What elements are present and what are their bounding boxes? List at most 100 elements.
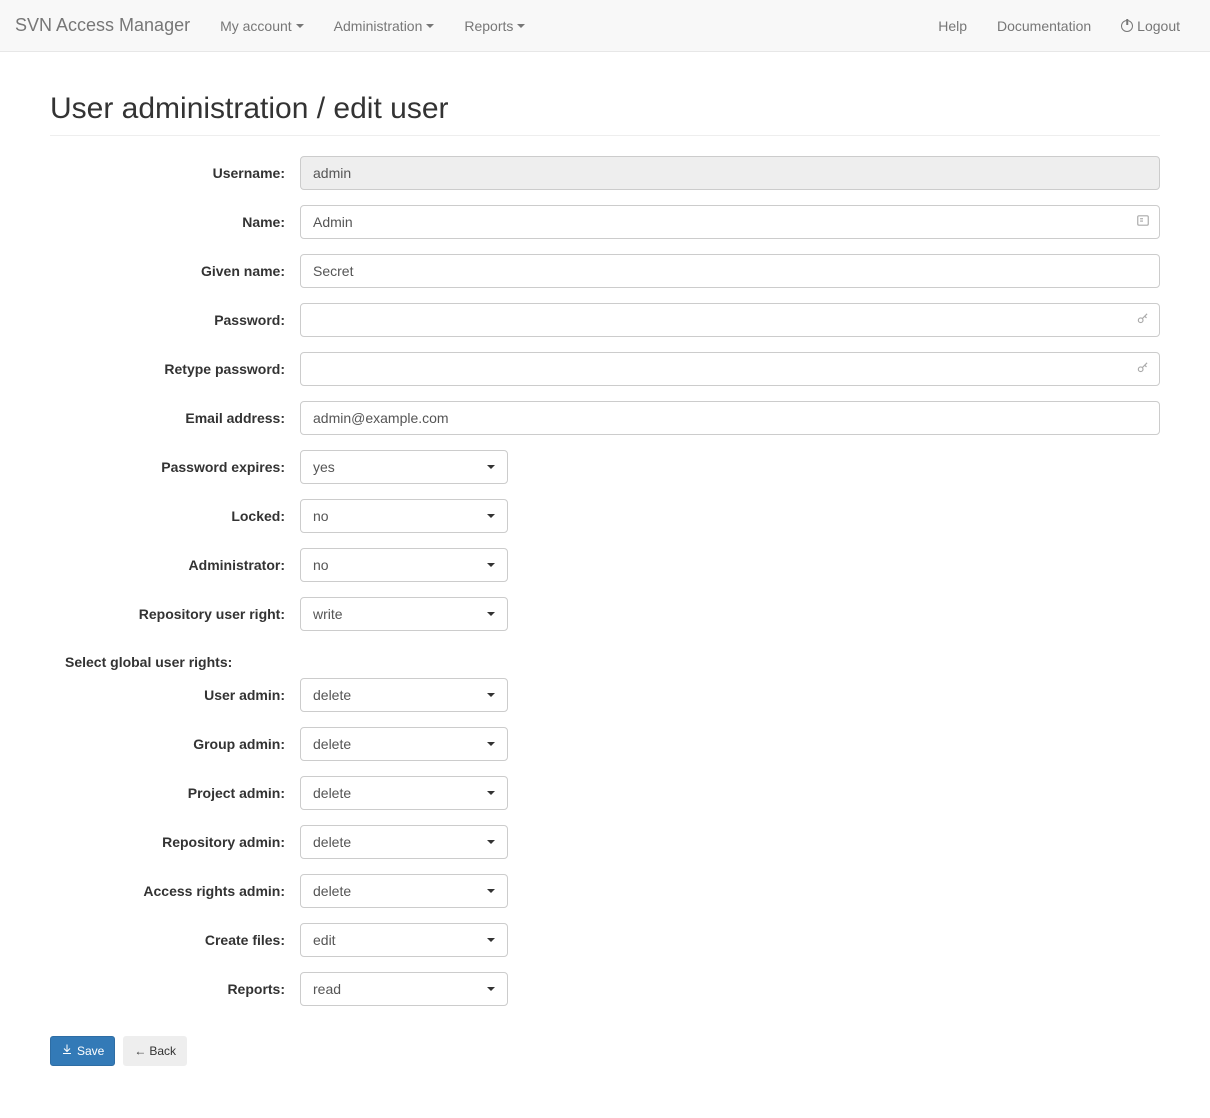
caret-icon — [487, 987, 495, 991]
label-repo-user-right: Repository user right: — [50, 606, 300, 622]
nav-administration[interactable]: Administration — [319, 3, 450, 49]
navbar-left: SVN Access Manager My account Administra… — [15, 0, 540, 51]
caret-icon — [487, 889, 495, 893]
button-row: Save ← Back — [50, 1036, 1160, 1066]
row-group-admin: Group admin: delete — [50, 727, 1160, 761]
main-container: User administration / edit user Username… — [35, 92, 1175, 1066]
row-locked: Locked: no — [50, 499, 1160, 533]
row-administrator: Administrator: no — [50, 548, 1160, 582]
edit-user-form: Username: Name: Given name: Password: — [50, 156, 1160, 1066]
label-given-name: Given name: — [50, 263, 300, 279]
caret-icon — [487, 612, 495, 616]
select-value: delete — [313, 736, 351, 752]
caret-icon — [296, 24, 304, 28]
save-label: Save — [77, 1042, 104, 1060]
row-repository-admin: Repository admin: delete — [50, 825, 1160, 859]
row-username: Username: — [50, 156, 1160, 190]
retype-password-input[interactable] — [300, 352, 1160, 386]
save-icon — [61, 1042, 73, 1060]
nav-label: Reports — [464, 18, 513, 34]
nav-label: Administration — [334, 18, 423, 34]
password-expires-select[interactable]: yes — [300, 450, 508, 484]
row-access-rights-admin: Access rights admin: delete — [50, 874, 1160, 908]
page-title: User administration / edit user — [50, 92, 1160, 126]
label-password-expires: Password expires: — [50, 459, 300, 475]
repository-admin-select[interactable]: delete — [300, 825, 508, 859]
navbar-right: Help Documentation Logout — [923, 3, 1195, 49]
caret-icon — [487, 514, 495, 518]
row-create-files: Create files: edit — [50, 923, 1160, 957]
email-input[interactable] — [300, 401, 1160, 435]
label-locked: Locked: — [50, 508, 300, 524]
nav-label: My account — [220, 18, 292, 34]
reports-select[interactable]: read — [300, 972, 508, 1006]
row-repo-user-right: Repository user right: write — [50, 597, 1160, 631]
row-reports: Reports: read — [50, 972, 1160, 1006]
nav-my-account[interactable]: My account — [205, 3, 319, 49]
select-value: read — [313, 981, 341, 997]
select-value: no — [313, 508, 329, 524]
nav-reports[interactable]: Reports — [449, 3, 540, 49]
back-label: Back — [149, 1042, 176, 1060]
label-repository-admin: Repository admin: — [50, 834, 300, 850]
nav-label: Logout — [1137, 18, 1180, 34]
select-value: write — [313, 606, 343, 622]
row-password-expires: Password expires: yes — [50, 450, 1160, 484]
nav-documentation[interactable]: Documentation — [982, 3, 1106, 49]
name-input[interactable] — [300, 205, 1160, 239]
select-value: delete — [313, 883, 351, 899]
caret-icon — [487, 938, 495, 942]
label-reports: Reports: — [50, 981, 300, 997]
page-header: User administration / edit user — [50, 92, 1160, 136]
global-rights-heading: Select global user rights: — [50, 646, 1160, 678]
label-group-admin: Group admin: — [50, 736, 300, 752]
caret-icon — [487, 840, 495, 844]
navbar-brand[interactable]: SVN Access Manager — [15, 0, 205, 51]
caret-icon — [487, 791, 495, 795]
label-username: Username: — [50, 165, 300, 181]
row-project-admin: Project admin: delete — [50, 776, 1160, 810]
select-value: delete — [313, 834, 351, 850]
label-create-files: Create files: — [50, 932, 300, 948]
project-admin-select[interactable]: delete — [300, 776, 508, 810]
row-password: Password: — [50, 303, 1160, 337]
given-name-input[interactable] — [300, 254, 1160, 288]
label-project-admin: Project admin: — [50, 785, 300, 801]
save-button[interactable]: Save — [50, 1036, 115, 1066]
create-files-select[interactable]: edit — [300, 923, 508, 957]
user-admin-select[interactable]: delete — [300, 678, 508, 712]
password-input[interactable] — [300, 303, 1160, 337]
label-password: Password: — [50, 312, 300, 328]
repo-user-right-select[interactable]: write — [300, 597, 508, 631]
caret-icon — [517, 24, 525, 28]
select-value: edit — [313, 932, 336, 948]
row-name: Name: — [50, 205, 1160, 239]
access-rights-admin-select[interactable]: delete — [300, 874, 508, 908]
back-button[interactable]: ← Back — [123, 1036, 187, 1066]
select-value: delete — [313, 785, 351, 801]
group-admin-select[interactable]: delete — [300, 727, 508, 761]
nav-help[interactable]: Help — [923, 3, 982, 49]
row-user-admin: User admin: delete — [50, 678, 1160, 712]
locked-select[interactable]: no — [300, 499, 508, 533]
select-value: delete — [313, 687, 351, 703]
nav-logout[interactable]: Logout — [1106, 3, 1195, 49]
label-retype-password: Retype password: — [50, 361, 300, 377]
row-email: Email address: — [50, 401, 1160, 435]
row-retype-password: Retype password: — [50, 352, 1160, 386]
label-user-admin: User admin: — [50, 687, 300, 703]
caret-icon — [487, 742, 495, 746]
caret-icon — [426, 24, 434, 28]
username-input — [300, 156, 1160, 190]
caret-icon — [487, 693, 495, 697]
caret-icon — [487, 465, 495, 469]
power-icon — [1121, 20, 1133, 32]
row-given-name: Given name: — [50, 254, 1160, 288]
select-value: yes — [313, 459, 335, 475]
navbar: SVN Access Manager My account Administra… — [0, 0, 1210, 52]
label-administrator: Administrator: — [50, 557, 300, 573]
arrow-left-icon: ← — [134, 1042, 146, 1060]
administrator-select[interactable]: no — [300, 548, 508, 582]
label-name: Name: — [50, 214, 300, 230]
caret-icon — [487, 563, 495, 567]
